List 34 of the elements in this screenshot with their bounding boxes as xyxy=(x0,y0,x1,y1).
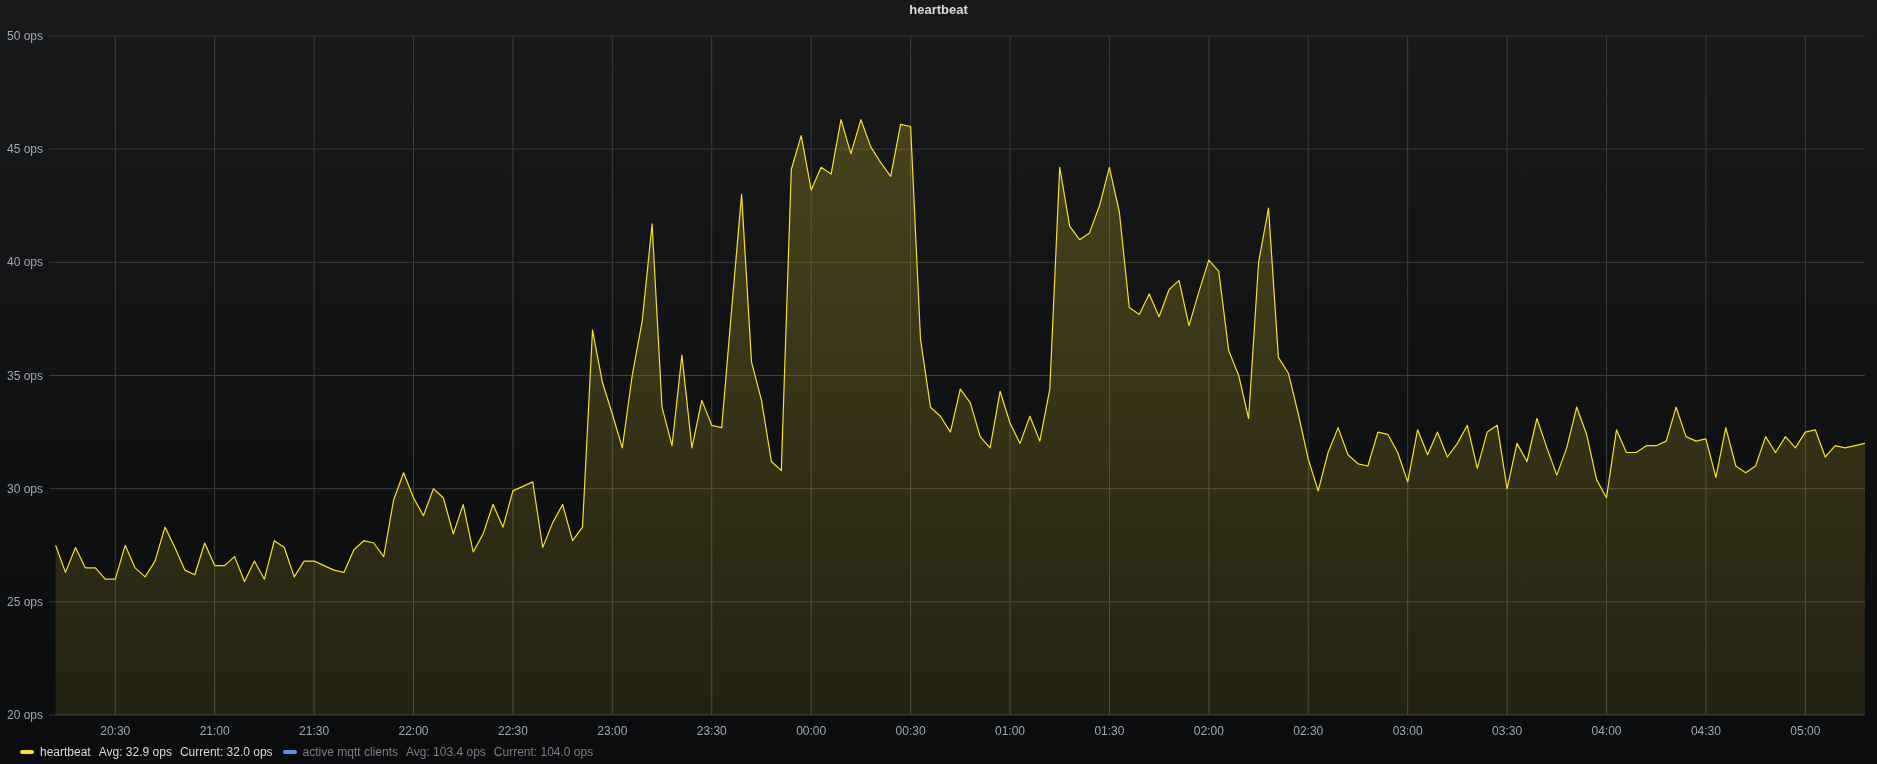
x-axis-label: 03:30 xyxy=(1492,724,1523,738)
x-axis-label: 04:30 xyxy=(1690,724,1721,738)
panel-title: heartbeat xyxy=(908,1,969,19)
x-axis-label: 01:00 xyxy=(995,724,1025,738)
y-axis-label: 45 ops xyxy=(6,142,43,157)
y-axis-label: 20 ops xyxy=(6,708,43,722)
y-axis-label: 35 ops xyxy=(6,368,43,383)
x-axis-label: 22:00 xyxy=(398,724,429,738)
x-axis-label: 03:00 xyxy=(1392,724,1423,738)
x-axis-label: 22:30 xyxy=(497,724,528,738)
x-axis-label: 00:00 xyxy=(796,724,827,738)
x-axis-label: 20:30 xyxy=(100,724,131,738)
x-axis-label: 02:30 xyxy=(1293,724,1324,738)
x-axis-label: 04:00 xyxy=(1591,724,1622,738)
legend-item[interactable]: active mqtt clients Avg: 103.4 ops Current: 104.0 ops xyxy=(282,745,594,759)
y-axis-label: 40 ops xyxy=(6,255,43,270)
legend-item[interactable]: heartbeat Avg: 32.9 ops Current: 32.0 ops xyxy=(20,745,273,759)
legend-current: Current: 104.0 ops xyxy=(493,745,594,759)
legend-series-name: heartbeat xyxy=(40,745,91,759)
x-axis-label: 00:30 xyxy=(895,724,926,738)
y-axis-label: 30 ops xyxy=(6,481,43,496)
x-axis-label: 02:00 xyxy=(1193,724,1224,738)
legend-current: Current: 32.0 ops xyxy=(179,745,273,759)
x-axis-label: 23:30 xyxy=(696,724,727,738)
y-axis-label: 25 ops xyxy=(6,594,43,609)
x-axis-label: 01:30 xyxy=(1094,724,1125,738)
x-axis-label: 21:30 xyxy=(299,724,330,738)
x-axis-label: 05:00 xyxy=(1790,724,1821,738)
x-axis-label: 23:00 xyxy=(597,724,628,738)
y-axis-label: 50 ops xyxy=(6,29,43,43)
legend-series-name: active mqtt clients xyxy=(302,745,398,759)
legend-avg: Avg: 103.4 ops xyxy=(406,745,486,759)
x-axis-label: 21:00 xyxy=(199,724,230,738)
legend-avg: Avg: 32.9 ops xyxy=(98,745,172,759)
